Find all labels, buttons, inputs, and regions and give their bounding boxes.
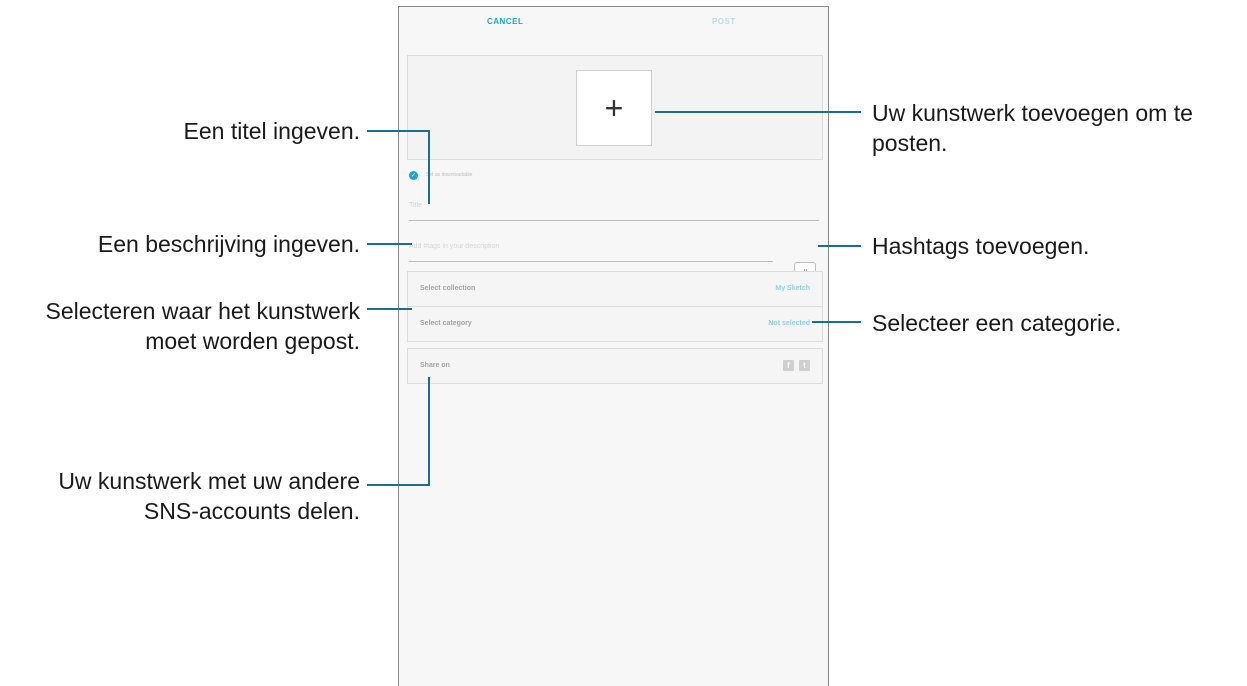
select-collection-row[interactable]: Select collection My Sketch — [408, 272, 822, 306]
plus-icon: + — [604, 89, 624, 126]
title-placeholder: Title — [409, 202, 422, 209]
phone-screen: CANCEL POST + ✓ Set as downloadable Titl… — [398, 6, 829, 686]
callout-title-text: Een titel ingeven. — [183, 118, 360, 144]
facebook-icon[interactable]: f — [783, 360, 794, 371]
callout-line-description — [367, 243, 412, 245]
callout-line-title-v — [428, 130, 430, 204]
title-input[interactable]: Title — [409, 202, 819, 221]
share-on-label: Share on — [420, 362, 450, 369]
callout-collection-line1: Selecteren waar het kunstwerk — [45, 298, 361, 324]
post-button[interactable]: POST — [712, 17, 736, 26]
callout-hashtags: Hashtags toevoegen. — [872, 231, 1089, 261]
callout-line-category — [812, 321, 861, 323]
collection-category-card: Select collection My Sketch Select categ… — [407, 271, 823, 342]
callout-description: Een beschrijving ingeven. — [98, 229, 360, 259]
callout-share-line2: SNS-accounts delen. — [143, 498, 360, 524]
callout-collection-line2: moet worden gepost. — [145, 328, 360, 354]
callout-share: Uw kunstwerk met uw andere SNS-accounts … — [58, 466, 360, 526]
callout-title: Een titel ingeven. — [184, 116, 360, 146]
callout-line-add — [655, 111, 861, 113]
callout-line-collection-h — [367, 308, 412, 310]
add-artwork-button[interactable]: + — [576, 70, 652, 146]
callout-add-artwork: Uw kunstwerk toevoegen om te posten. — [872, 98, 1193, 158]
callout-line-share-v — [428, 377, 430, 486]
downloadable-option[interactable]: ✓ Set as downloadable — [409, 169, 472, 181]
select-collection-label: Select collection — [420, 285, 476, 292]
select-category-label: Select category — [420, 320, 472, 327]
cancel-button[interactable]: CANCEL — [487, 17, 523, 26]
callout-line-hashtags — [818, 245, 861, 247]
downloadable-label: Set as downloadable — [426, 172, 473, 178]
share-icons: f t — [783, 360, 810, 371]
callout-add-line1: Uw kunstwerk toevoegen om te — [872, 100, 1193, 126]
artwork-area: + — [407, 55, 823, 160]
description-input[interactable]: Add #tags in your description — [409, 243, 773, 262]
callout-add-line2: posten. — [872, 130, 948, 156]
callout-share-line1: Uw kunstwerk met uw andere — [58, 468, 360, 494]
share-card: Share on f t — [407, 348, 823, 384]
callout-hashtags-text: Hashtags toevoegen. — [872, 233, 1090, 259]
select-collection-value[interactable]: My Sketch — [775, 285, 810, 292]
callout-category-text: Selecteer een categorie. — [872, 310, 1122, 336]
callout-description-text: Een beschrijving ingeven. — [97, 231, 360, 257]
twitter-icon[interactable]: t — [799, 360, 810, 371]
description-placeholder: Add #tags in your description — [409, 243, 500, 250]
checkmark-icon[interactable]: ✓ — [409, 170, 418, 180]
select-category-row[interactable]: Select category Not selected — [408, 307, 822, 341]
callout-category: Selecteer een categorie. — [872, 308, 1121, 338]
callout-collection: Selecteren waar het kunstwerk moet worde… — [46, 296, 361, 356]
callout-line-title-h — [367, 130, 429, 132]
share-on-row: Share on f t — [408, 349, 822, 383]
top-bar: CANCEL POST — [399, 7, 828, 43]
select-category-value[interactable]: Not selected — [768, 320, 810, 327]
callout-line-share-h — [367, 484, 429, 486]
